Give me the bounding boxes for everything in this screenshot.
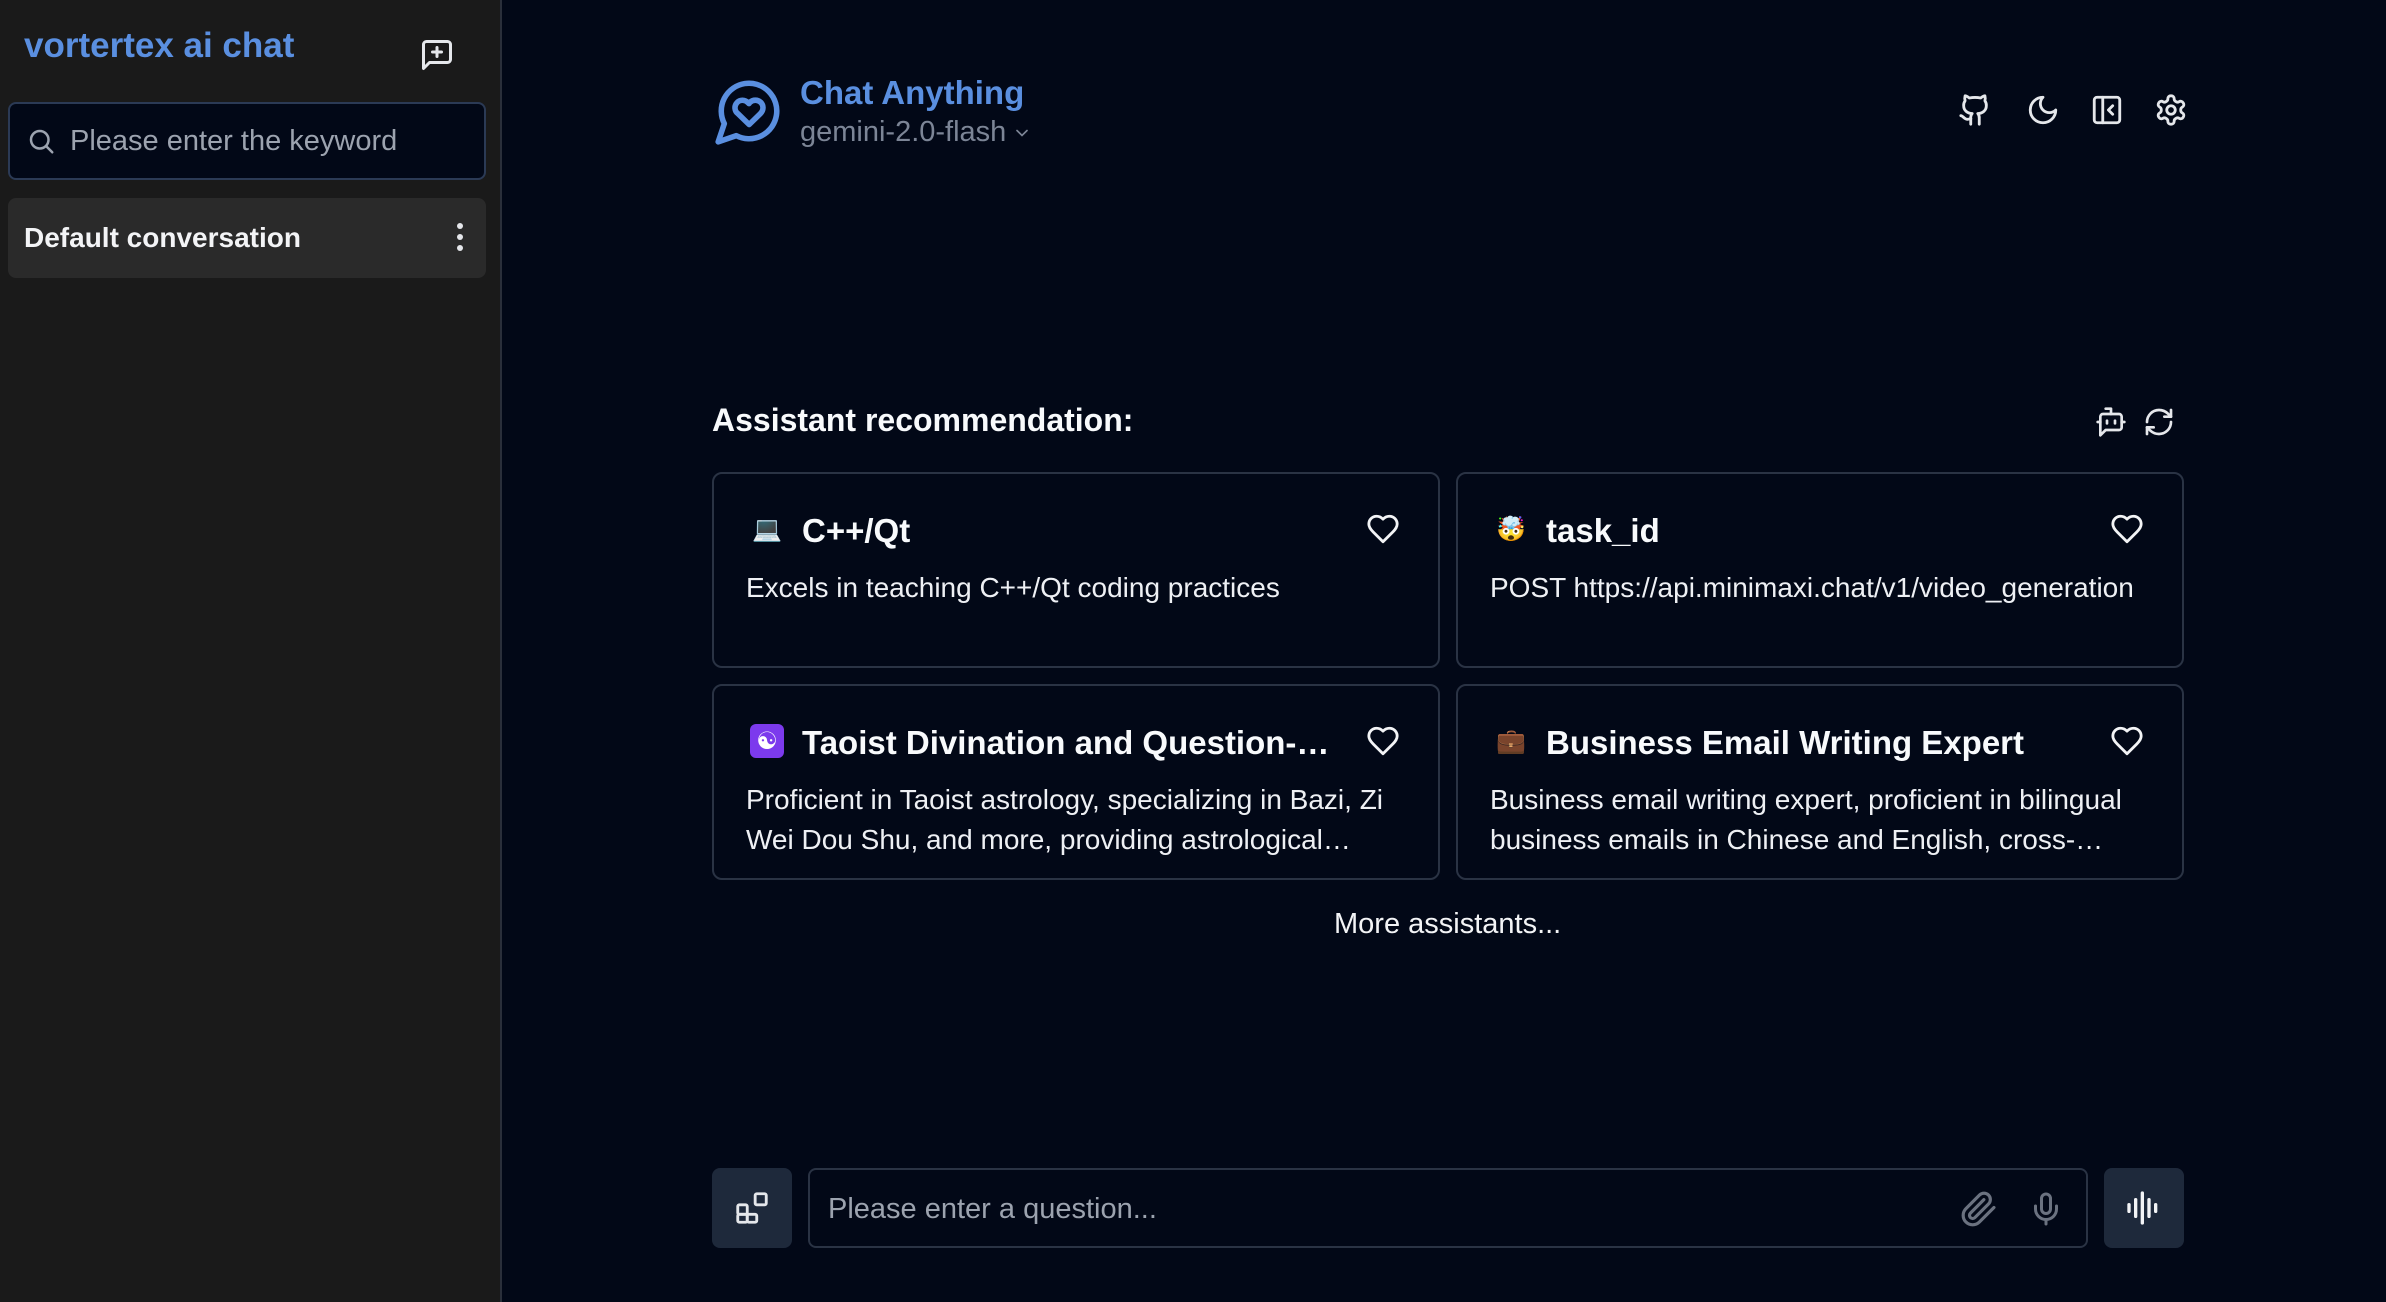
moon-icon[interactable] — [2023, 90, 2063, 130]
laptop-emoji-icon: 💻 — [752, 515, 782, 543]
sidebar: vortertex ai chat Default conversation — [0, 0, 502, 1302]
search-input[interactable] — [68, 123, 472, 159]
question-input[interactable] — [826, 1188, 1930, 1230]
more-assistants-link[interactable]: More assistants... — [1334, 908, 1561, 941]
briefcase-emoji-icon: 💼 — [1496, 727, 1526, 755]
yin-yang-emoji-icon: ☯ — [750, 724, 784, 758]
assistant-name: task_id — [1546, 512, 1660, 549]
heart-icon[interactable] — [2110, 512, 2144, 546]
refresh-icon[interactable] — [2141, 404, 2177, 440]
model-name: gemini-2.0-flash — [800, 116, 1007, 148]
assistant-card[interactable]: 💼 Business Email Writing Expert Business… — [1456, 684, 2184, 880]
app-title: vortertex ai chat — [24, 26, 295, 65]
assistant-description: POST https://api.minimaxi.chat/v1/video_… — [1490, 572, 2134, 603]
more-vertical-icon[interactable] — [456, 222, 464, 252]
search-icon — [26, 126, 56, 156]
assistant-card[interactable]: 🤯 task_id POST https://api.minimaxi.chat… — [1456, 472, 2184, 668]
sidebar-collapse-icon[interactable] — [2087, 90, 2127, 130]
heart-icon[interactable] — [1366, 724, 1400, 758]
tools-button[interactable] — [712, 1168, 792, 1248]
message-plus-icon — [419, 37, 455, 73]
assistant-description: Excels in teaching C++/Qt coding practic… — [746, 572, 1280, 603]
assistant-card[interactable]: ☯ Taoist Divination and Question-Resolut… — [712, 684, 1440, 880]
exploding-head-emoji-icon: 🤯 — [1496, 515, 1526, 543]
heart-icon[interactable] — [1366, 512, 1400, 546]
voice-chat-button[interactable] — [2104, 1168, 2184, 1248]
settings-icon[interactable] — [2151, 90, 2191, 130]
conversation-label: Default conversation — [24, 222, 301, 253]
heart-icon[interactable] — [2110, 724, 2144, 758]
assistant-card[interactable]: 💻 C++/Qt Excels in teaching C++/Qt codin… — [712, 472, 1440, 668]
assistant-description: Proficient in Taoist astrology, speciali… — [746, 784, 1384, 855]
model-selector[interactable]: gemini-2.0-flash — [800, 116, 1032, 149]
audio-waveform-icon — [2124, 1188, 2164, 1228]
conversation-item[interactable]: Default conversation — [8, 198, 486, 278]
question-input-box — [808, 1168, 2088, 1248]
layout-blocks-icon — [733, 1189, 771, 1227]
search-box — [8, 102, 486, 180]
assistant-name: Taoist Divination and Question-Resolutio… — [802, 724, 1342, 761]
assistant-description: Business email writing expert, proficien… — [1490, 784, 2122, 855]
new-chat-button[interactable] — [414, 32, 460, 78]
paperclip-icon[interactable] — [1960, 1190, 1998, 1228]
assistant-name: Business Email Writing Expert — [1546, 724, 2025, 761]
header-title: Chat Anything — [800, 74, 1025, 111]
bot-icon[interactable] — [2093, 404, 2129, 440]
assistant-name: C++/Qt — [802, 512, 911, 549]
recommendation-title: Assistant recommendation: — [712, 402, 1134, 438]
github-icon[interactable] — [1955, 90, 1995, 130]
chat-heart-icon — [712, 74, 786, 148]
microphone-icon[interactable] — [2028, 1190, 2064, 1228]
chevron-down-icon — [1012, 123, 1032, 143]
